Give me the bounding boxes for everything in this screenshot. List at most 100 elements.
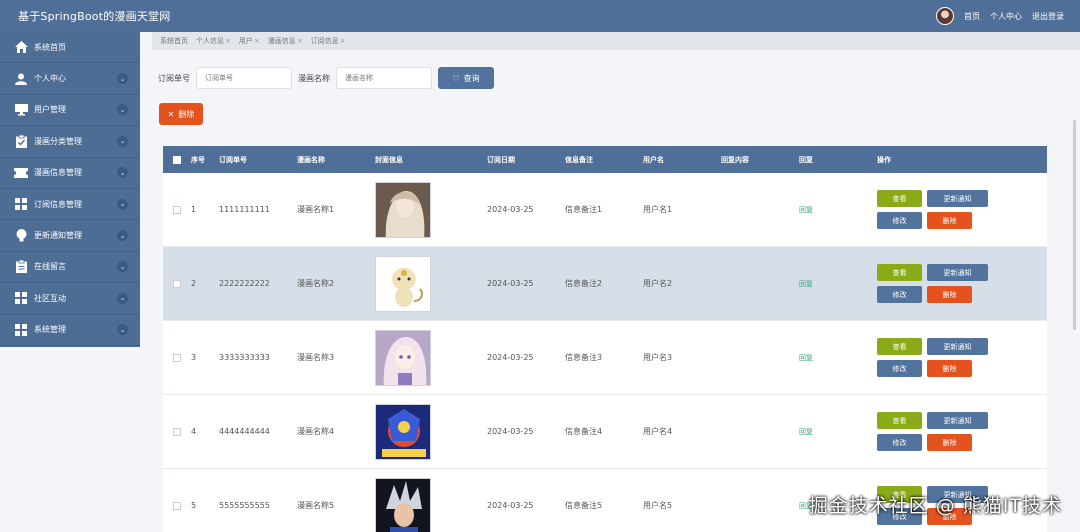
app-title: 基于SpringBoot的漫画天堂网	[18, 10, 171, 23]
heart-icon: ♡	[452, 73, 460, 83]
order-no-label: 订阅单号	[158, 73, 190, 83]
close-icon[interactable]: ×	[297, 37, 303, 45]
cover-image[interactable]	[375, 181, 431, 238]
column-header: 订阅日期	[487, 155, 515, 164]
sidebar-item-subscriptions[interactable]: 订阅信息管理 ⌄	[0, 189, 140, 221]
sidebar-item-profile[interactable]: 个人中心 ⌄	[0, 63, 140, 95]
clipboard-check-icon	[14, 134, 28, 148]
ticket-icon	[14, 166, 28, 180]
column-header: 回复内容	[721, 155, 749, 164]
row-checkbox[interactable]	[173, 501, 181, 510]
username: 用户名2	[643, 279, 673, 288]
column-header: 操作	[877, 155, 891, 164]
row-checkbox[interactable]	[173, 427, 181, 436]
edit-button[interactable]: 修改	[877, 360, 922, 377]
nav-profile-link[interactable]: 个人中心	[990, 11, 1022, 22]
update-notify-button[interactable]: 更新通知	[927, 412, 988, 429]
tab-home[interactable]: 系统首页	[160, 36, 188, 46]
sidebar-item-users[interactable]: 用户管理 ⌄	[0, 95, 140, 127]
info-note: 信息备注4	[565, 427, 603, 436]
row-checkbox[interactable]	[173, 353, 181, 362]
reply-link[interactable]: 回复	[799, 428, 813, 436]
sidebar-item-label: 漫画分类管理	[34, 136, 82, 146]
update-notify-button[interactable]: 更新通知	[927, 264, 988, 281]
info-note: 信息备注3	[565, 353, 603, 362]
sidebar-item-home[interactable]: 系统首页	[0, 32, 140, 64]
sidebar-item-label: 系统首页	[34, 42, 66, 52]
view-button[interactable]: 查看	[877, 264, 922, 281]
order-no-input[interactable]	[196, 67, 292, 89]
search-bar: 订阅单号 漫画名称 ♡ 查询	[158, 67, 494, 89]
monitor-icon	[14, 103, 28, 117]
nav-home-link[interactable]: 首页	[964, 11, 980, 22]
chevron-down-icon[interactable]: ⌄	[117, 261, 128, 273]
order-no: 2222222222	[219, 279, 270, 288]
cover-image[interactable]	[375, 329, 431, 386]
sidebar-item-label: 漫画信息管理	[34, 168, 82, 178]
batch-delete-button[interactable]: ✕ 删除	[159, 103, 203, 125]
cover-image[interactable]	[375, 477, 431, 532]
comic-name: 漫画名称5	[297, 501, 335, 510]
chevron-down-icon[interactable]: ⌄	[117, 324, 128, 336]
tab-users[interactable]: 用户×	[239, 36, 260, 46]
tab-subscription-info[interactable]: 订阅信息×	[311, 36, 346, 46]
sidebar-item-label: 更新通知管理	[34, 231, 82, 241]
row-checkbox[interactable]	[173, 205, 181, 214]
delete-button[interactable]: 删除	[927, 212, 972, 229]
view-button[interactable]: 查看	[877, 338, 922, 355]
top-bar: 基于SpringBoot的漫画天堂网 首页 个人中心 退出登录	[0, 0, 1080, 32]
comic-name: 漫画名称1	[297, 205, 335, 214]
edit-button[interactable]: 修改	[877, 286, 922, 303]
update-notify-button[interactable]: 更新通知	[927, 190, 988, 207]
delete-button[interactable]: 删除	[927, 434, 972, 451]
chevron-down-icon[interactable]: ⌄	[117, 167, 128, 179]
logout-link[interactable]: 退出登录	[1032, 11, 1064, 22]
chevron-down-icon[interactable]: ⌄	[117, 73, 128, 85]
table-row: 1 1111111111 漫画名称1 2024-03-25 信息备注1 用户名1…	[163, 173, 1047, 247]
username: 用户名5	[643, 501, 673, 510]
chevron-down-icon[interactable]: ⌄	[117, 198, 128, 210]
chevron-down-icon[interactable]: ⌄	[117, 230, 128, 242]
chevron-down-icon[interactable]: ⌄	[117, 104, 128, 116]
view-button[interactable]: 查看	[877, 412, 922, 429]
username: 用户名1	[643, 205, 673, 214]
tab-comic-info[interactable]: 漫画信息×	[268, 36, 303, 46]
sidebar-item-messages[interactable]: 在线留言 ⌄	[0, 252, 140, 284]
close-icon[interactable]: ×	[340, 37, 346, 45]
reply-link[interactable]: 回复	[799, 280, 813, 288]
bulb-icon	[14, 229, 28, 243]
sidebar-item-notifications[interactable]: 更新通知管理 ⌄	[0, 220, 140, 252]
sidebar-item-comic-info[interactable]: 漫画信息管理 ⌄	[0, 158, 140, 189]
update-notify-button[interactable]: 更新通知	[927, 338, 988, 355]
row-index: 5	[191, 501, 197, 510]
row-index: 1	[191, 205, 197, 214]
sidebar-item-system[interactable]: 系统管理 ⌄	[0, 315, 140, 346]
chevron-down-icon[interactable]: ⌄	[117, 292, 128, 304]
delete-button[interactable]: 删除	[927, 286, 972, 303]
row-index: 4	[191, 427, 197, 436]
cover-image[interactable]	[375, 403, 431, 460]
subscribe-date: 2024-03-25	[487, 501, 534, 510]
close-icon[interactable]: ×	[254, 37, 260, 45]
reply-link[interactable]: 回复	[799, 206, 813, 214]
sidebar-item-community[interactable]: 社区互动 ⌄	[0, 283, 140, 315]
tab-personal-info[interactable]: 个人信息×	[196, 36, 231, 46]
select-all-checkbox[interactable]	[173, 155, 181, 164]
edit-button[interactable]: 修改	[877, 212, 922, 229]
comic-name-input[interactable]	[336, 67, 432, 89]
avatar[interactable]	[936, 7, 954, 25]
sidebar-item-comic-category[interactable]: 漫画分类管理 ⌄	[0, 126, 140, 158]
row-checkbox[interactable]	[173, 279, 181, 288]
chevron-down-icon[interactable]: ⌄	[117, 135, 128, 147]
order-no: 4444444444	[219, 427, 270, 436]
view-button[interactable]: 查看	[877, 190, 922, 207]
clipboard-icon	[14, 260, 28, 274]
delete-button[interactable]: 删除	[927, 360, 972, 377]
close-icon[interactable]: ×	[225, 37, 231, 45]
breadcrumb: 系统首页 个人信息× 用户× 漫画信息× 订阅信息×	[152, 32, 1080, 50]
query-button[interactable]: ♡ 查询	[438, 67, 494, 89]
scrollbar[interactable]	[1073, 120, 1076, 330]
reply-link[interactable]: 回复	[799, 354, 813, 362]
cover-image[interactable]	[375, 255, 431, 312]
edit-button[interactable]: 修改	[877, 434, 922, 451]
